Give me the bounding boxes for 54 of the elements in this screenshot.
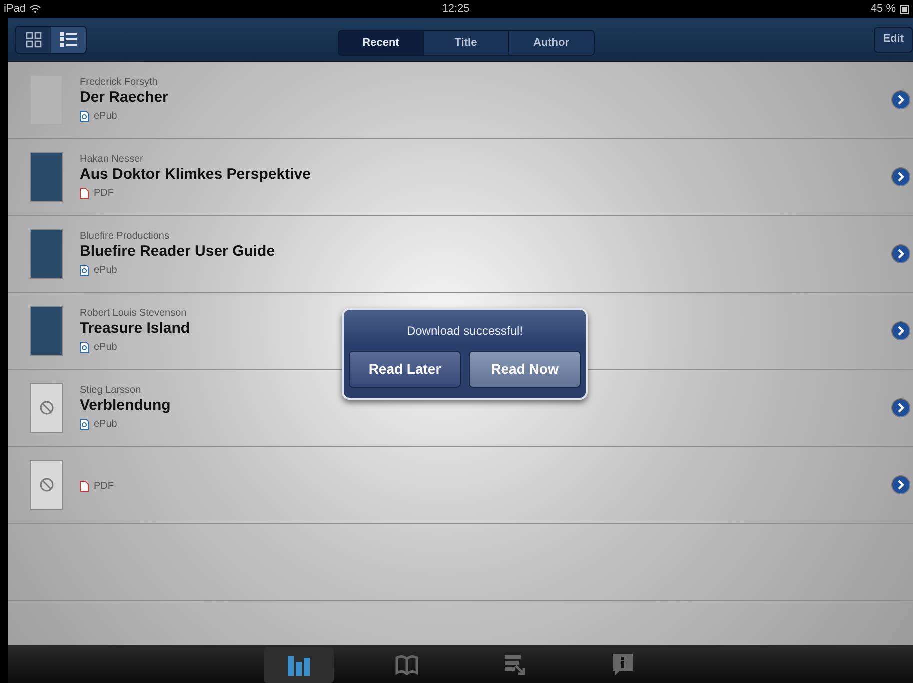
battery-icon bbox=[900, 4, 909, 14]
info-icon bbox=[612, 653, 634, 677]
wifi-icon bbox=[30, 5, 42, 13]
pdf-file-icon bbox=[80, 480, 89, 492]
book-format: ePub bbox=[94, 418, 118, 432]
clock-time: 12:25 bbox=[442, 2, 470, 17]
book-format: PDF bbox=[94, 186, 114, 200]
book-author: Frederick Forsyth bbox=[80, 76, 158, 88]
book-format: ePub bbox=[94, 340, 118, 354]
book-format: PDF bbox=[94, 480, 114, 494]
book-cover-photo bbox=[30, 229, 63, 279]
prohibited-icon bbox=[40, 478, 54, 492]
edit-button[interactable]: Edit bbox=[874, 26, 913, 52]
book-author: Stieg Larsson bbox=[80, 384, 142, 396]
book-author: Bluefire Productions bbox=[80, 230, 170, 242]
book-cover-photo bbox=[30, 152, 63, 202]
book-stack-arrow-icon bbox=[502, 653, 526, 677]
bookshelf-icon bbox=[286, 654, 310, 676]
tab-bar-item[interactable] bbox=[264, 647, 334, 683]
book-title: Der Raecher bbox=[80, 88, 168, 106]
alert-button[interactable]: Read Now bbox=[469, 351, 581, 388]
epub-file-icon bbox=[80, 264, 89, 276]
carrier-label: iPad bbox=[4, 2, 26, 17]
open-book-icon bbox=[394, 655, 418, 675]
book-title: Verblendung bbox=[80, 396, 171, 414]
list-view-button[interactable] bbox=[51, 26, 86, 52]
battery-percentage: 45 % bbox=[870, 2, 896, 17]
disclosure-chevron-icon[interactable] bbox=[891, 90, 911, 110]
sort-tab[interactable]: Title bbox=[424, 31, 509, 55]
epub-file-icon bbox=[80, 110, 89, 122]
book-title: Treasure Island bbox=[80, 320, 190, 338]
list-icon bbox=[60, 32, 77, 47]
alert-button[interactable]: Read Later bbox=[349, 351, 461, 388]
alert-message: Download successful! bbox=[406, 323, 524, 340]
disclosure-chevron-icon[interactable] bbox=[891, 167, 911, 187]
disclosure-chevron-icon[interactable] bbox=[891, 244, 911, 264]
disclosure-chevron-icon[interactable] bbox=[891, 475, 911, 495]
book-cover-photo bbox=[30, 306, 63, 356]
pdf-file-icon bbox=[80, 188, 89, 198]
sort-tab[interactable]: Author bbox=[509, 31, 594, 55]
prohibited-icon bbox=[40, 401, 54, 415]
book-title: Aus Doktor Klimkes Perspektive bbox=[80, 166, 311, 184]
disclosure-chevron-icon[interactable] bbox=[891, 321, 911, 341]
grid-icon bbox=[26, 32, 42, 48]
disclosure-chevron-icon[interactable] bbox=[891, 398, 911, 418]
book-format: ePub bbox=[94, 110, 118, 124]
book-title: Bluefire Reader User Guide bbox=[80, 242, 276, 260]
grid-view-button[interactable] bbox=[16, 26, 51, 52]
epub-file-icon bbox=[80, 418, 89, 430]
book-format: ePub bbox=[94, 264, 118, 278]
book-author: Hakan Nesser bbox=[80, 154, 144, 166]
book-author: Robert Louis Stevenson bbox=[80, 308, 187, 320]
sort-tab[interactable]: Recent bbox=[339, 31, 424, 55]
epub-file-icon bbox=[80, 342, 89, 352]
